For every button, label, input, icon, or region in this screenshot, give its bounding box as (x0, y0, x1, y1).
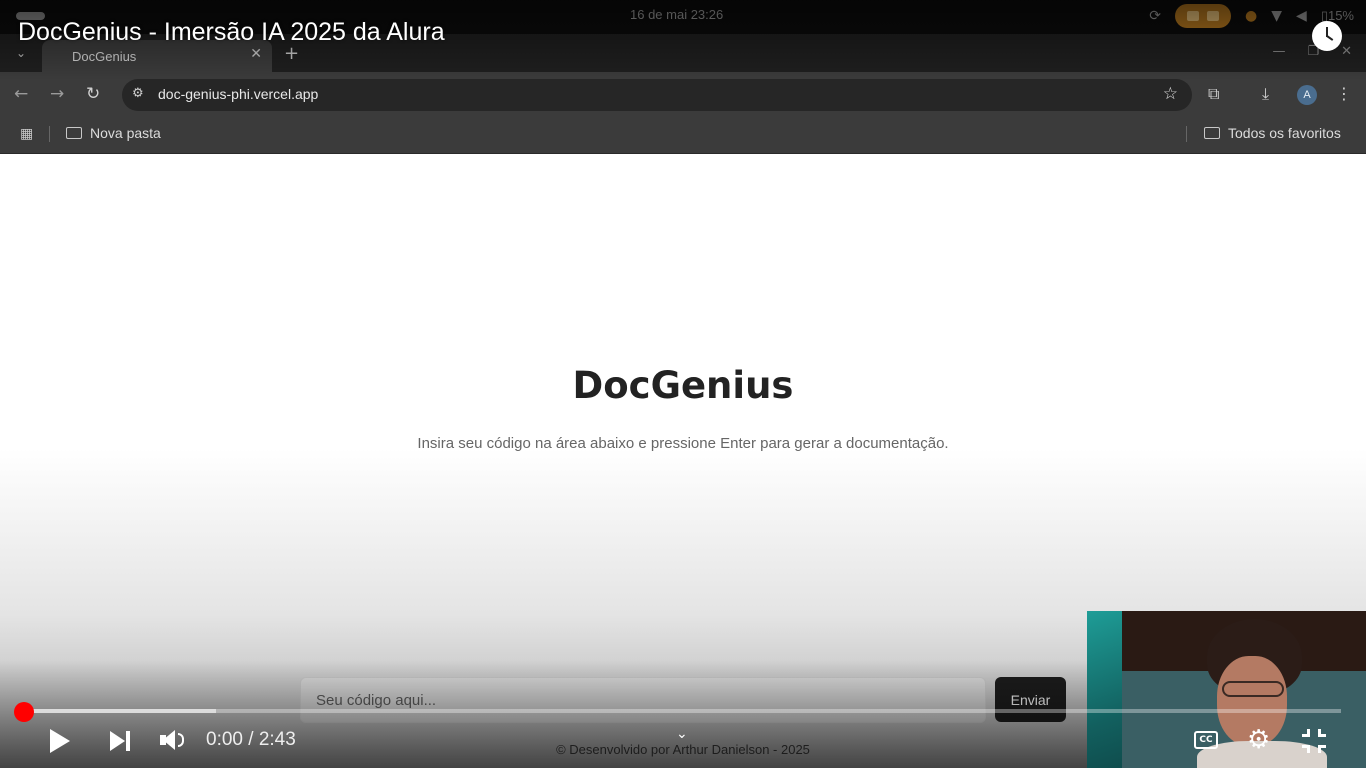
back-icon[interactable]: ← (14, 84, 28, 104)
all-favorites-label: Todos os favoritos (1228, 125, 1341, 141)
bookmark-folder-nova-pasta[interactable]: Nova pasta (66, 125, 161, 141)
page-subtitle: Insira seu código na área abaixo e press… (417, 435, 949, 452)
url-text: doc-genius-phi.vercel.app (158, 86, 319, 102)
bookmark-folder-label: Nova pasta (90, 125, 161, 141)
page-title: DocGenius (572, 364, 794, 407)
code-input[interactable] (300, 677, 986, 723)
wifi-icon: ▼ (1271, 8, 1283, 24)
window-controls: — ❐ ✕ (1272, 44, 1352, 59)
video-title[interactable]: DocGenius - Imersão IA 2025 da Alura (18, 18, 445, 47)
reload-icon[interactable]: ↻ (86, 84, 100, 104)
tab-title: DocGenius (72, 49, 137, 64)
time-display: 0:00 / 2:43 (206, 729, 296, 750)
webcam-person-glasses (1222, 681, 1284, 697)
bookmarks-divider (49, 126, 50, 142)
tab-close-icon[interactable]: ✕ (250, 46, 262, 62)
site-info-icon[interactable]: ⚙ (132, 86, 144, 101)
exit-fullscreen-icon[interactable] (1302, 729, 1326, 753)
window-close-icon[interactable]: ✕ (1341, 44, 1352, 59)
profile-avatar[interactable]: A (1297, 85, 1317, 105)
exit-fs-corner (1302, 745, 1310, 753)
play-icon[interactable] (48, 728, 72, 754)
chevron-down-icon[interactable]: ⌄ (676, 726, 688, 742)
bookmark-star-icon[interactable]: ☆ (1163, 84, 1178, 104)
progress-bar[interactable] (24, 709, 1341, 713)
bookmarks-divider (1186, 126, 1187, 142)
minimize-icon[interactable]: — (1272, 44, 1285, 59)
folder-icon (66, 127, 82, 139)
os-clock[interactable]: 16 de mai 23:26 (630, 7, 723, 22)
extensions-icon[interactable]: ⧉ (1208, 84, 1219, 104)
cc-button[interactable]: CC (1194, 731, 1218, 749)
progress-buffered (24, 709, 217, 713)
gear-icon[interactable]: ⚙ (1247, 727, 1270, 753)
download-icon[interactable]: ⤓ (1262, 84, 1269, 104)
browser-toolbar: ← → ↻ ⚙ doc-genius-phi.vercel.app ☆ ⧉ ⤓ … (0, 72, 1366, 116)
exit-fs-corner (1318, 745, 1326, 753)
all-favorites-folder[interactable]: Todos os favoritos (1204, 125, 1341, 141)
screen-recording-indicator[interactable] (1175, 4, 1232, 28)
send-button[interactable]: Enviar (995, 677, 1066, 722)
next-icon[interactable] (110, 731, 132, 751)
exit-fs-corner (1302, 729, 1310, 737)
exit-fs-corner (1318, 729, 1326, 737)
folder-icon (1204, 127, 1220, 139)
microphone-icon: ● (1245, 8, 1258, 24)
screen-share-icon (1187, 11, 1200, 21)
apps-grid-icon[interactable]: ▦ (20, 126, 33, 142)
sync-icon[interactable]: ⟳ (1149, 8, 1161, 24)
forward-icon[interactable]: → (50, 84, 64, 104)
browser-menu-icon[interactable]: ⋮ (1336, 84, 1352, 103)
stop-icon (1207, 11, 1220, 21)
battery-percent: 15% (1327, 8, 1354, 23)
progress-scrubber[interactable] (14, 702, 34, 722)
volume-tray-icon: ◀ (1296, 8, 1307, 24)
bookmarks-bar: ▦ Nova pasta Todos os favoritos (0, 116, 1366, 154)
clock-icon[interactable] (1312, 21, 1342, 51)
address-bar[interactable]: ⚙ doc-genius-phi.vercel.app ☆ (122, 79, 1192, 111)
